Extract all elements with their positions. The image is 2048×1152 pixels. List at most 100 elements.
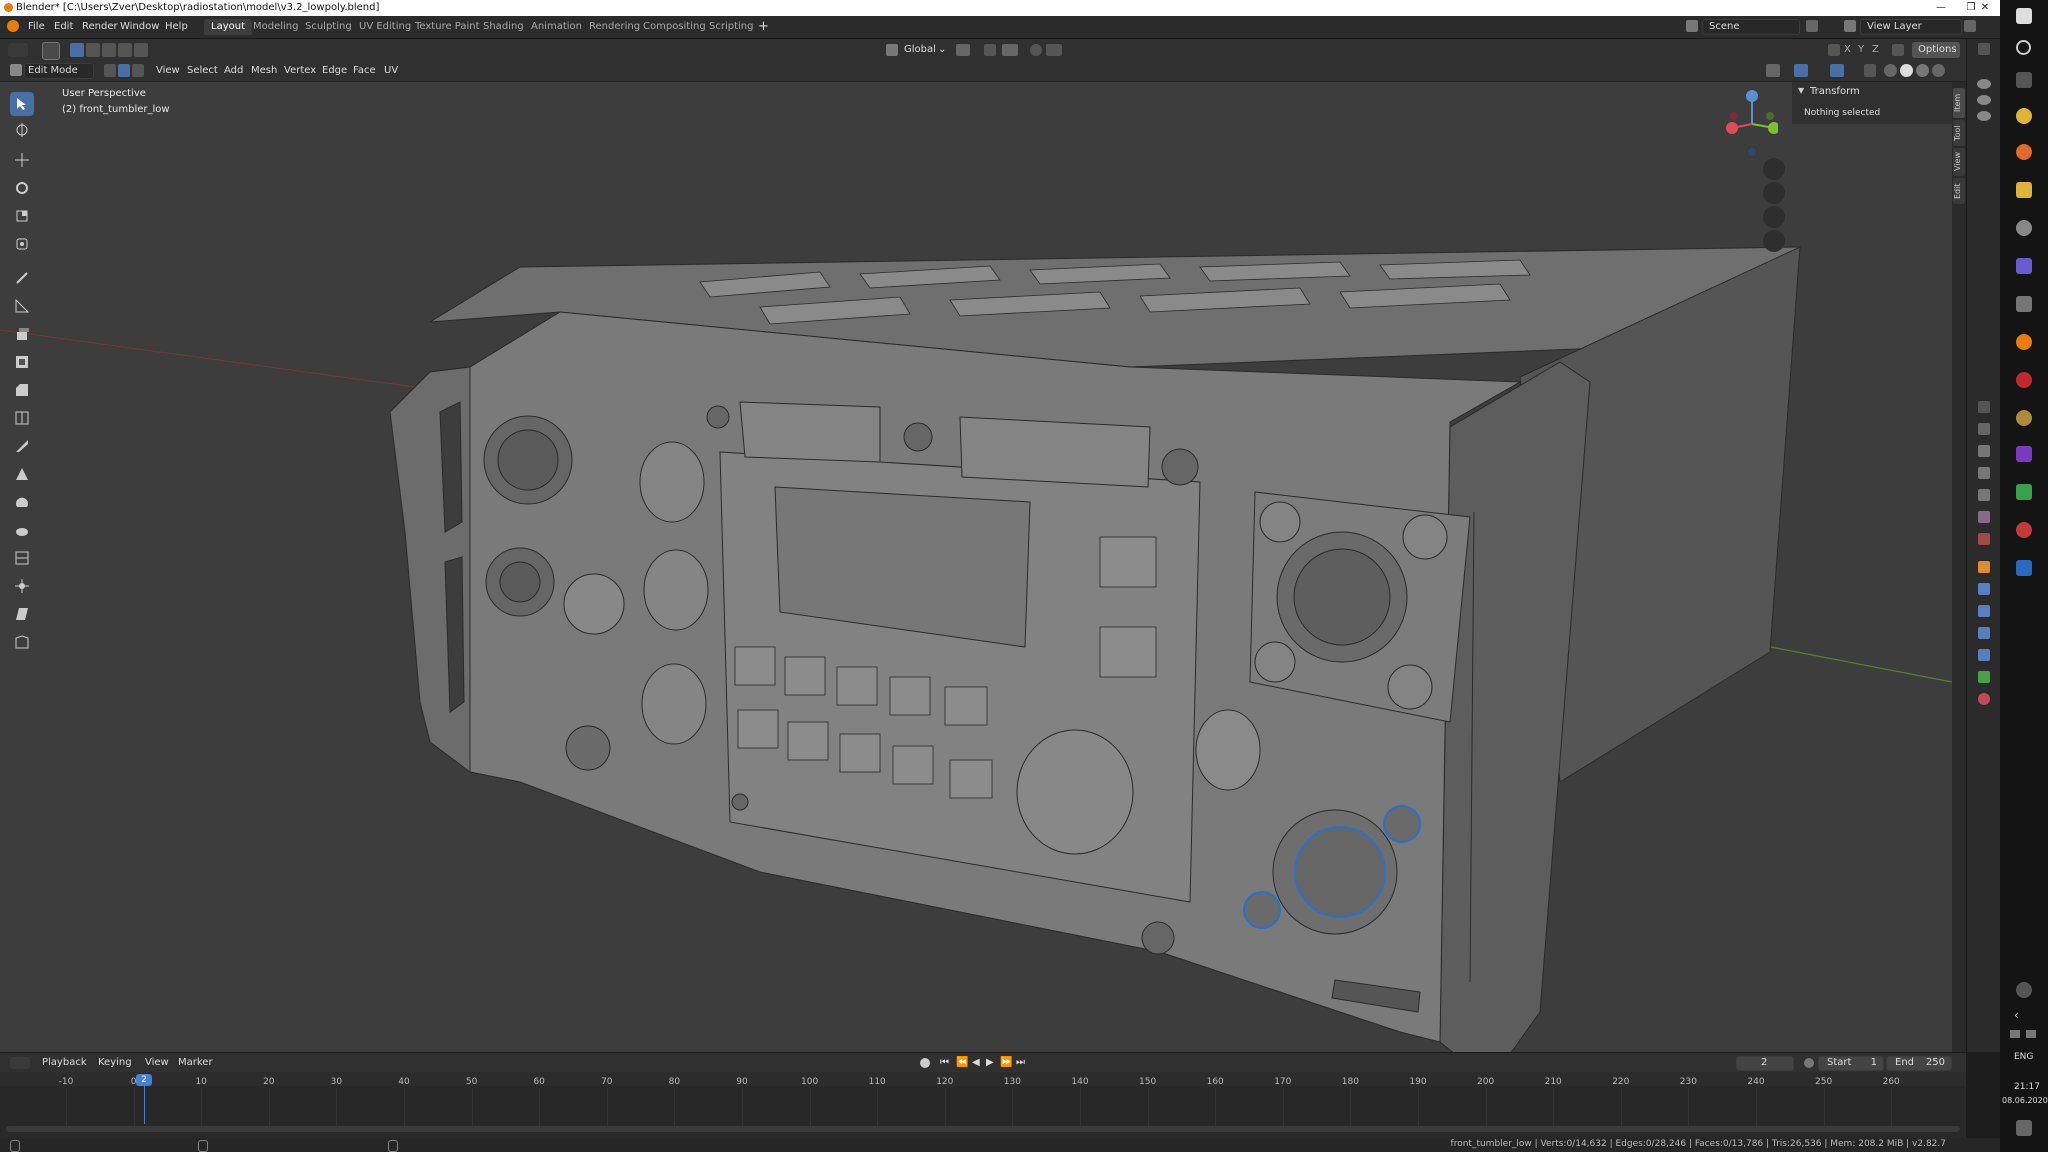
face-select-icon[interactable] (132, 64, 144, 77)
zoom-icon[interactable] (1763, 158, 1785, 180)
tab-layout[interactable]: Layout (204, 19, 252, 35)
select-mode-extend-icon[interactable] (86, 43, 100, 57)
poly-build-tool-button[interactable] (10, 462, 34, 486)
loop-cut-tool-button[interactable] (10, 406, 34, 430)
scene-selector[interactable]: Scene (1702, 19, 1800, 35)
inset-tool-button[interactable] (10, 350, 34, 374)
edge-select-icon[interactable] (118, 64, 130, 77)
annotate-tool-button[interactable] (10, 266, 34, 290)
network-icon[interactable] (2010, 1030, 2020, 1038)
object-data-icon[interactable] (1978, 671, 1990, 683)
snap-toggle-icon[interactable] (984, 44, 996, 56)
chrome-icon[interactable] (2016, 108, 2032, 124)
file-explorer-icon[interactable] (2016, 182, 2032, 198)
options-dropdown[interactable]: Options (1912, 42, 1960, 58)
app-record-icon[interactable] (2016, 522, 2032, 538)
transform-tool-button[interactable] (10, 232, 34, 256)
shrink-fatten-tool-button[interactable] (10, 574, 34, 598)
windows-start-icon[interactable] (2016, 8, 2032, 24)
perspective-toggle-icon[interactable] (1763, 230, 1785, 252)
viewport-menu-view[interactable]: View (156, 64, 180, 78)
wireframe-shading-icon[interactable] (1884, 64, 1897, 77)
timeline-area[interactable]: -10 0 10 20 30 40 50 60 70 80 90 100 110 120 130 140 150… (0, 1072, 1966, 1138)
frame-ruler[interactable] (0, 1072, 1966, 1086)
eye-icon[interactable] (1977, 95, 1991, 105)
select-mode-new-icon[interactable] (70, 43, 84, 57)
eye-icon[interactable] (1977, 111, 1991, 121)
timeline-editor-type-icon[interactable] (10, 1057, 30, 1069)
navigation-gizmo[interactable] (1722, 90, 1778, 160)
editor-type-icon[interactable] (8, 43, 28, 57)
menu-render[interactable]: Render (82, 21, 118, 32)
jump-keyframe-forward-icon[interactable]: ⏩ (1000, 1056, 1012, 1070)
modifier-wrench-icon[interactable] (1978, 583, 1990, 595)
start-frame-field[interactable]: Start 1 (1818, 1056, 1884, 1071)
rendered-shading-icon[interactable] (1932, 64, 1945, 77)
tab-texture-paint[interactable]: Texture Paint (408, 19, 487, 35)
view-layer-selector[interactable]: View Layer (1860, 19, 1962, 35)
viewport-menu-edge[interactable]: Edge (322, 64, 347, 78)
object-visibility-icon[interactable] (1766, 64, 1780, 77)
current-frame-field[interactable]: 2 (1736, 1056, 1794, 1071)
pan-hand-icon[interactable] (1763, 182, 1785, 204)
properties-editor-type-icon[interactable] (1978, 401, 1990, 413)
material-properties-icon[interactable] (1978, 693, 1990, 705)
scene-icon[interactable] (1686, 20, 1698, 32)
close-button[interactable]: ✕ (1970, 1, 2000, 15)
auto-merge-icon[interactable] (1892, 44, 1904, 56)
shear-tool-button[interactable] (10, 602, 34, 626)
menu-timeline-view[interactable]: View (145, 1056, 169, 1070)
rotate-tool-button[interactable] (10, 176, 34, 200)
proportional-falloff-icon[interactable] (1046, 44, 1062, 56)
tab-scripting[interactable]: Scripting (702, 19, 760, 35)
smooth-tool-button[interactable] (10, 518, 34, 542)
overlay-toggle-icon[interactable] (1830, 64, 1844, 77)
scene-properties-icon[interactable] (1978, 511, 1990, 523)
jump-keyframe-back-icon[interactable]: ⏪ (956, 1056, 968, 1070)
tab-animation[interactable]: Animation (524, 19, 589, 35)
clock-date[interactable]: 08.06.2020 (2002, 1096, 2048, 1105)
end-frame-field[interactable]: End 250 (1886, 1056, 1952, 1071)
menu-keying[interactable]: Keying (98, 1056, 132, 1070)
transform-section-title[interactable]: Transform (1810, 86, 1860, 97)
bevel-tool-button[interactable] (10, 378, 34, 402)
timeline-scrollbar[interactable] (6, 1126, 1960, 1132)
jump-end-icon[interactable]: ⏭ (1016, 1056, 1025, 1070)
app-gold-icon[interactable] (2016, 410, 2032, 426)
tab-tool[interactable]: Tool (1953, 120, 1965, 146)
outliner-filter-icon[interactable] (1978, 43, 1990, 55)
snap-target-icon[interactable] (1002, 44, 1018, 56)
particles-icon[interactable] (1978, 605, 1990, 617)
tab-view[interactable]: View (1953, 148, 1965, 176)
volume-icon[interactable] (2026, 1030, 2036, 1038)
menu-help[interactable]: Help (165, 21, 188, 32)
mode-selector[interactable]: Edit Mode (24, 63, 94, 79)
clock-time[interactable]: 21:17 (2014, 1082, 2040, 1092)
rip-region-tool-button[interactable] (10, 630, 34, 654)
transform-orientation[interactable]: Global (904, 43, 936, 57)
pivot-point-icon[interactable] (956, 44, 970, 56)
tab-item[interactable]: Item (1953, 88, 1965, 118)
edge-slide-tool-button[interactable] (10, 546, 34, 570)
search-icon[interactable] (2016, 40, 2031, 55)
viewport-menu-face[interactable]: Face (353, 64, 376, 78)
collapse-arrow-icon[interactable]: ▼ (1798, 86, 1804, 95)
steam-icon[interactable] (2016, 220, 2032, 236)
chevron-left-icon[interactable]: ‹ (2014, 1008, 2019, 1022)
clock-icon[interactable] (1804, 1058, 1814, 1068)
spin-tool-button[interactable] (10, 490, 34, 514)
eye-icon[interactable] (1977, 79, 1991, 89)
tab-modeling[interactable]: Modeling (246, 19, 306, 35)
mirror-icon[interactable] (1828, 44, 1840, 56)
mirror-x[interactable]: X (1844, 43, 1851, 57)
constraints-icon[interactable] (1978, 649, 1990, 661)
knife-tool-button[interactable] (10, 434, 34, 458)
output-properties-icon[interactable] (1978, 467, 1990, 479)
view-layer-properties-icon[interactable] (1978, 489, 1990, 501)
view-layer-icon[interactable] (1844, 20, 1856, 32)
minimize-button[interactable]: — (1926, 1, 1956, 15)
move-tool-button[interactable] (10, 148, 34, 172)
app-red-icon[interactable] (2016, 372, 2032, 388)
select-box-tool-button[interactable] (10, 92, 34, 116)
solid-shading-icon[interactable] (1900, 64, 1913, 77)
